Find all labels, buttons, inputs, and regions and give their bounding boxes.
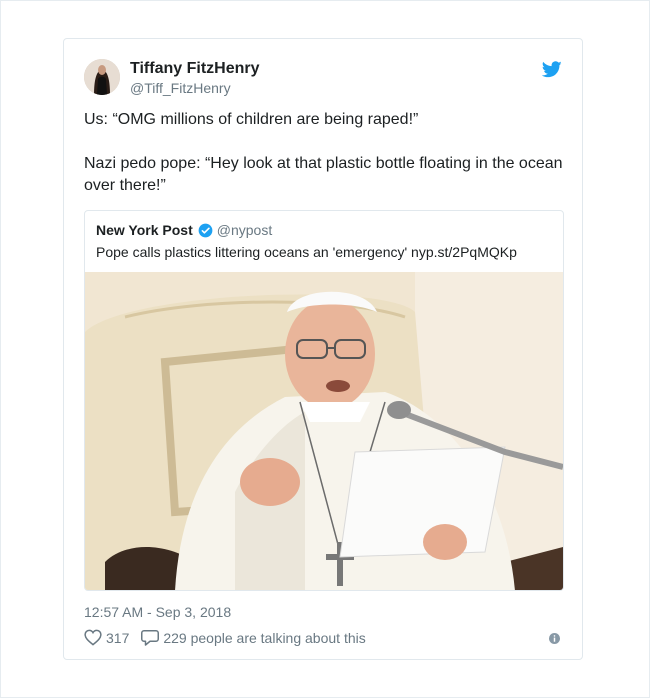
reply-icon[interactable] xyxy=(141,629,160,646)
author-handle[interactable]: @Tiff_FitzHenry xyxy=(130,79,260,97)
author-name[interactable]: Tiffany FitzHenry xyxy=(130,59,260,79)
heart-icon[interactable] xyxy=(84,629,102,646)
tweet-actions: 317 229 people are talking about this xyxy=(84,629,366,646)
timestamp[interactable]: 12:57 AM - Sep 3, 2018 xyxy=(84,604,231,620)
verified-badge-icon xyxy=(198,223,213,237)
quote-text[interactable]: Pope calls plastics littering oceans an … xyxy=(96,244,517,260)
tweet-text: Us: “OMG millions of children are being … xyxy=(84,109,564,197)
quoted-tweet[interactable]: New York Post @nypost Pope calls plastic… xyxy=(84,210,564,591)
likes-count[interactable]: 317 xyxy=(106,630,129,646)
quote-author-handle[interactable]: @nypost xyxy=(217,222,272,238)
replies-label[interactable]: 229 people are talking about this xyxy=(163,630,365,646)
avatar[interactable] xyxy=(84,59,120,95)
twitter-bird-icon[interactable] xyxy=(542,61,562,78)
info-icon[interactable] xyxy=(549,633,560,644)
tweet-text-line-1: Us: “OMG millions of children are being … xyxy=(84,111,419,128)
quote-photo[interactable] xyxy=(85,272,563,591)
embedded-tweet[interactable]: Tiffany FitzHenry @Tiff_FitzHenry Us: “O… xyxy=(63,38,583,660)
tweet-text-line-2: Nazi pedo pope: “Hey look at that plasti… xyxy=(84,155,563,194)
quote-author-name[interactable]: New York Post xyxy=(96,222,193,238)
